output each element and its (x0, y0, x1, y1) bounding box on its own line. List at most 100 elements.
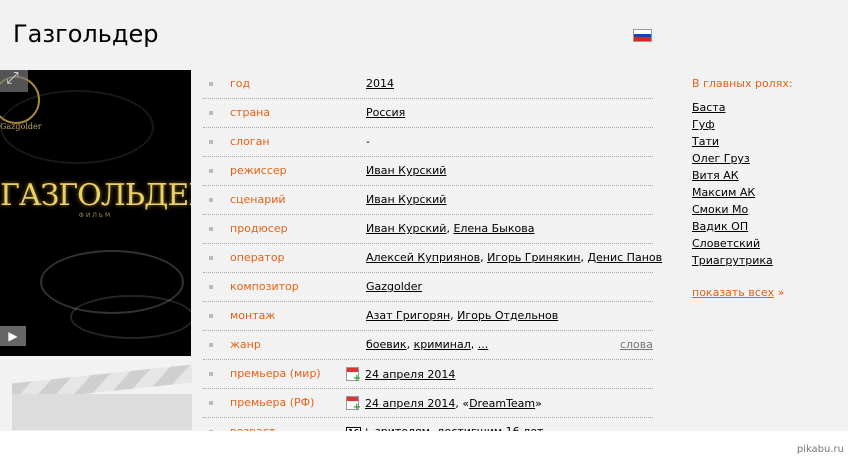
info-value: боевик, криминал, ... (366, 338, 489, 351)
info-value: - (366, 135, 370, 148)
info-value-link[interactable]: Игорь Отдельнов (457, 309, 558, 322)
info-value-link[interactable]: 24 апреля 2014 (365, 397, 455, 410)
info-row: жанр боевик, криминал, ... слова (203, 331, 653, 360)
info-label: монтаж (230, 309, 276, 322)
row-bullet (209, 343, 213, 347)
row-bullet (209, 372, 213, 376)
info-label: премьера (РФ) (230, 396, 315, 409)
poster-title: ГАЗГОЛЬДЕР (0, 178, 191, 213)
cast-heading: В главных ролях: (692, 77, 793, 90)
row-bullet (209, 314, 213, 318)
cast-panel: В главных ролях: Баста Гуф Тати Олег Груз Ви… (692, 77, 842, 299)
info-value: Иван Курский, Елена Быкова (366, 222, 535, 235)
info-value-link[interactable]: 2014 (366, 77, 394, 90)
info-value-link[interactable]: Иван Курский (366, 222, 446, 235)
info-value-link[interactable]: Россия (366, 106, 405, 119)
info-label: сценарий (230, 193, 286, 206)
add-to-calendar-icon[interactable] (346, 396, 361, 413)
info-value-link[interactable]: Денис Панов (587, 251, 662, 264)
info-label: жанр (230, 338, 261, 351)
info-row: композитор Gazgolder (203, 273, 653, 302)
info-row: оператор Алексей Куприянов, Игорь Гриняки… (203, 244, 662, 273)
info-value: Иван Курский (366, 164, 446, 177)
row-bullet (209, 285, 213, 289)
info-row: сценарий Иван Курский (203, 186, 653, 215)
cast-actor-link[interactable]: Вадик ОП (692, 220, 842, 237)
row-bullet (209, 256, 213, 260)
cast-actor-link[interactable]: Максим АК (692, 186, 842, 203)
cast-list: Баста Гуф Тати Олег Груз Витя АК Максим АК Смо… (692, 101, 842, 271)
row-bullet (209, 111, 213, 115)
row-bullet (209, 401, 213, 405)
add-to-calendar-icon[interactable] (346, 367, 361, 384)
keywords-link[interactable]: слова (620, 338, 653, 351)
info-value-link[interactable]: Иван Курский (366, 164, 446, 177)
info-value: Россия (366, 106, 405, 119)
row-bullet (209, 198, 213, 202)
info-value-text: - (366, 135, 370, 148)
info-value-link[interactable]: криминал (414, 338, 471, 351)
row-bullet (209, 227, 213, 231)
flag-stripe-red (634, 37, 651, 41)
cast-actor-link[interactable]: Витя АК (692, 169, 842, 186)
footer-bar (0, 431, 848, 460)
info-value-link[interactable]: Алексей Куприянов (366, 251, 480, 264)
poster-subtitle: ФИЛЬМ (78, 212, 113, 219)
info-row: слоган - (203, 128, 653, 157)
info-label: слоган (230, 135, 270, 148)
row-bullet (209, 82, 213, 86)
info-label: продюсер (230, 222, 288, 235)
info-value-link[interactable]: Игорь Гринякин (487, 251, 580, 264)
info-row: премьера (мир) 24 апреля 2014 (203, 360, 653, 389)
watermark: pikabu.ru (796, 444, 844, 455)
info-value-link[interactable]: 24 апреля 2014 (365, 368, 455, 381)
smoke-decoration (70, 295, 191, 339)
info-value: 2014 (366, 77, 394, 90)
info-label: страна (230, 106, 271, 119)
info-row: продюсер Иван Курский, Елена Быкова (203, 215, 653, 244)
info-label: режиссер (230, 164, 287, 177)
info-value-link[interactable]: Gazgolder (366, 280, 422, 293)
cast-actor-link[interactable]: Тати (692, 135, 842, 152)
info-extra-prefix: , « (455, 397, 470, 410)
poster-badge-text: Gazgolder (0, 122, 42, 131)
info-value-link[interactable]: боевик (366, 338, 407, 351)
language-flag-icon[interactable] (633, 29, 652, 42)
info-row: премьера (РФ) 24 апреля 2014, «DreamTeam» (203, 389, 653, 418)
info-value-link[interactable]: Елена Быкова (453, 222, 534, 235)
page-title: Газгольдер (13, 20, 159, 48)
cast-actor-link[interactable]: Баста (692, 101, 842, 118)
cast-actor-link[interactable]: Гуф (692, 118, 842, 135)
info-value: Gazgolder (366, 280, 422, 293)
info-row: год 2014 (203, 70, 653, 99)
info-row: монтаж Азат Григорян, Игорь Отдельнов (203, 302, 653, 331)
info-label: год (230, 77, 251, 90)
row-bullet (209, 169, 213, 173)
info-label: премьера (мир) (230, 367, 321, 380)
info-value: Азат Григорян, Игорь Отдельнов (366, 309, 559, 322)
info-value: 24 апреля 2014, «DreamTeam» (346, 396, 542, 413)
info-value: Иван Курский (366, 193, 446, 206)
cast-actor-link[interactable]: Триагрутрика (692, 254, 842, 271)
info-label: композитор (230, 280, 299, 293)
distributor-link[interactable]: DreamTeam (469, 397, 535, 410)
info-value-link[interactable]: ... (478, 338, 489, 351)
movie-info-table: год 2014 страна Россия слоган - режиссер Иван К… (203, 70, 662, 447)
cast-actor-link[interactable]: Смоки Мо (692, 203, 842, 220)
zoom-icon[interactable]: ⤢ (0, 70, 28, 92)
play-icon[interactable]: ▶ (0, 326, 26, 346)
info-row: страна Россия (203, 99, 653, 128)
info-label: оператор (230, 251, 285, 264)
info-row: режиссер Иван Курский (203, 157, 653, 186)
info-extra-suffix: » (535, 397, 542, 410)
cast-actor-link[interactable]: Олег Груз (692, 152, 842, 169)
info-value: Алексей Куприянов, Игорь Гринякин, Денис… (366, 251, 663, 264)
row-bullet (209, 140, 213, 144)
cast-actor-link[interactable]: Словетский (692, 237, 842, 254)
show-all-cast-link[interactable]: показать всех » (692, 286, 842, 299)
info-value: 24 апреля 2014 (346, 367, 455, 384)
info-value-link[interactable]: Азат Григорян (366, 309, 450, 322)
info-value-link[interactable]: Иван Курский (366, 193, 446, 206)
movie-poster[interactable]: Gazgolder ⤢ ГАЗГОЛЬДЕР ФИЛЬМ ▶ (0, 70, 191, 356)
clapperboard-icon (12, 364, 192, 430)
